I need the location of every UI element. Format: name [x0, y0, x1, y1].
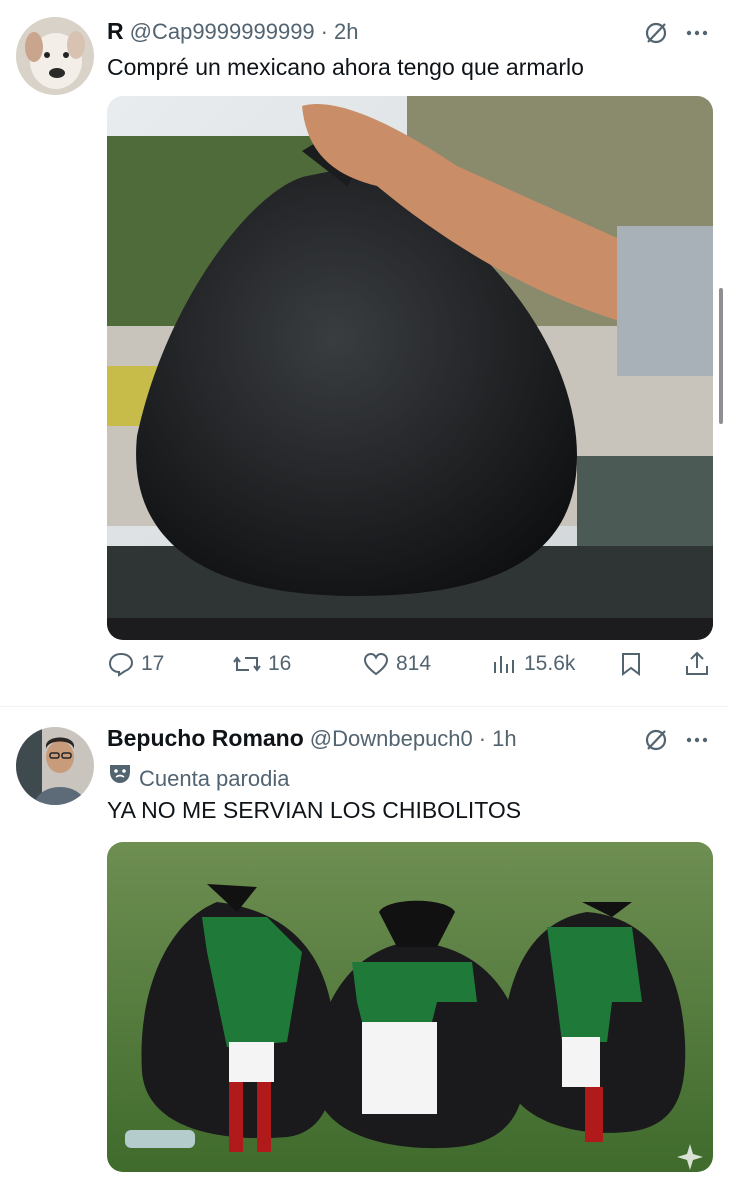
- grok-slash-icon[interactable]: [643, 20, 669, 51]
- views-count: 15.6k: [524, 652, 576, 675]
- handle[interactable]: @Cap9999999999: [130, 19, 315, 45]
- repost-count: 16: [268, 652, 292, 675]
- bags-with-jerseys-photo: [107, 842, 713, 1172]
- share-upload-icon: [686, 651, 708, 675]
- scrollbar[interactable]: [719, 288, 723, 424]
- tweet-image-trash-bag[interactable]: [107, 96, 713, 640]
- views-button[interactable]: 15.6k: [490, 650, 575, 678]
- trash-bag-photo: [107, 96, 713, 640]
- bookmark-icon: [622, 653, 640, 676]
- parody-label: Cuenta parodia: [139, 766, 290, 791]
- tweet-header: R @Cap9999999999 · 2h: [107, 18, 358, 45]
- man-avatar-image: [16, 727, 94, 805]
- tweet-header: Bepucho Romano @Downbepuch0 · 1h: [107, 725, 517, 752]
- tweet-text: Compré un mexicano ahora tengo que armar…: [107, 54, 584, 80]
- share-button[interactable]: [683, 650, 711, 678]
- handle[interactable]: @Downbepuch0: [310, 726, 473, 752]
- reply-count: 17: [141, 652, 165, 675]
- bar-chart-icon: [494, 656, 514, 673]
- tweet-2[interactable]: Bepucho Romano @Downbepuch0 · 1h Cuenta …: [0, 707, 729, 1200]
- tweet-image-bags-jerseys[interactable]: [107, 842, 713, 1172]
- like-button[interactable]: 814: [362, 650, 431, 678]
- display-name[interactable]: Bepucho Romano: [107, 725, 304, 752]
- display-name[interactable]: R: [107, 18, 124, 45]
- avatar-dog[interactable]: [16, 17, 94, 95]
- heart-icon: [363, 652, 389, 676]
- avatar-man[interactable]: [16, 727, 94, 805]
- reply-button[interactable]: 17: [107, 650, 164, 678]
- tweet-text: YA NO ME SERVIAN LOS CHIBOLITOS: [107, 797, 522, 823]
- theater-mask-icon: [110, 765, 130, 783]
- dog-avatar-image: [16, 17, 94, 95]
- parody-label-row: Cuenta parodia: [107, 762, 289, 792]
- repost-button[interactable]: 16: [232, 650, 291, 678]
- timestamp[interactable]: 1h: [492, 726, 516, 752]
- grok-slash-icon[interactable]: [643, 727, 669, 758]
- like-count: 814: [396, 652, 432, 675]
- tweet-1[interactable]: R @Cap9999999999 · 2h Compré un mexicano…: [0, 0, 729, 705]
- repost-arrows-icon: [233, 656, 261, 672]
- bookmark-button[interactable]: [617, 650, 645, 678]
- dot-separator: ·: [320, 19, 328, 44]
- timestamp[interactable]: 2h: [334, 19, 358, 45]
- reply-bubble-icon: [108, 652, 134, 677]
- more-dots-icon[interactable]: [684, 727, 710, 758]
- tweet-actions: 17 16 814 15.6k: [107, 650, 713, 690]
- more-dots-icon[interactable]: [684, 20, 710, 51]
- dot-separator: ·: [478, 726, 487, 751]
